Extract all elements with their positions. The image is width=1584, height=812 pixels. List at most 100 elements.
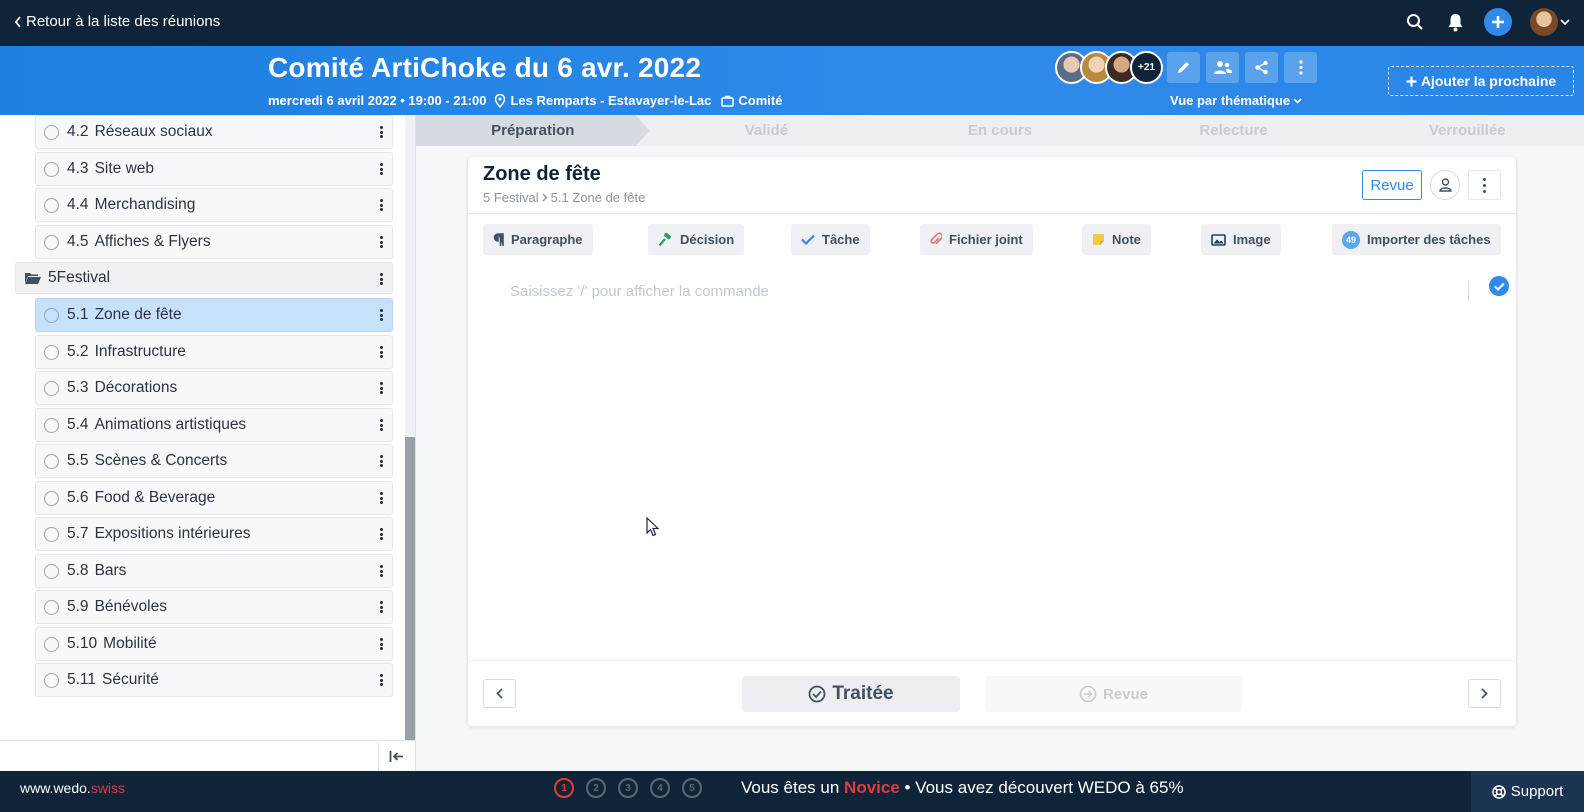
- sidebar-scrollbar[interactable]: [405, 115, 415, 740]
- status-radio[interactable]: [44, 344, 59, 360]
- status-radio[interactable]: [44, 563, 59, 579]
- topic-item[interactable]: 5.7 Expositions intérieures: [35, 517, 393, 551]
- topic-item[interactable]: 5.9 Bénévoles: [35, 590, 393, 624]
- topic-label: Expositions intérieures: [94, 525, 251, 542]
- topic-item[interactable]: 5.5 Scènes & Concerts: [35, 444, 393, 478]
- kebab-icon[interactable]: [378, 599, 384, 615]
- bell-icon[interactable]: [1444, 11, 1466, 33]
- card-options-button[interactable]: [1468, 170, 1501, 200]
- topic-item[interactable]: 4.5 Affiches & Flyers: [35, 225, 393, 259]
- step-valide[interactable]: Validé: [650, 115, 884, 146]
- kebab-icon[interactable]: [378, 490, 384, 506]
- paragraph-icon: [493, 232, 504, 246]
- status-radio[interactable]: [44, 234, 59, 250]
- task-tool-button[interactable]: Tâche: [791, 224, 870, 255]
- status-radio[interactable]: [44, 490, 59, 506]
- search-icon[interactable]: [1404, 11, 1426, 33]
- status-radio[interactable]: [44, 526, 59, 542]
- user-menu[interactable]: [1530, 8, 1570, 36]
- participants[interactable]: +21: [1055, 51, 1163, 84]
- topic-number: 5.7: [67, 525, 89, 542]
- kebab-icon[interactable]: [378, 453, 384, 469]
- kebab-icon[interactable]: [378, 417, 384, 433]
- participants-more-count[interactable]: +21: [1130, 51, 1163, 84]
- onboarding-step[interactable]: 5: [682, 778, 702, 798]
- status-radio[interactable]: [44, 124, 59, 140]
- attachment-tool-button[interactable]: Fichier joint: [920, 224, 1033, 255]
- status-radio[interactable]: [44, 599, 59, 615]
- revue-button[interactable]: Revue: [1362, 170, 1422, 200]
- share-button[interactable]: [1245, 52, 1278, 83]
- step-en-cours[interactable]: En cours: [883, 115, 1117, 146]
- kebab-icon[interactable]: [378, 197, 384, 213]
- editor-placeholder[interactable]: Saisissez '/' pour afficher la commande: [510, 283, 769, 300]
- topic-item[interactable]: 5.3 Décorations: [35, 371, 393, 405]
- onboarding-step[interactable]: 2: [586, 778, 606, 798]
- status-radio[interactable]: [44, 161, 59, 177]
- status-radio[interactable]: [44, 453, 59, 469]
- import-tasks-tool-button[interactable]: 49 Importer des tâches: [1332, 224, 1501, 255]
- paragraph-tool-button[interactable]: Paragraphe: [483, 224, 593, 255]
- save-check-button[interactable]: [1489, 276, 1509, 296]
- topic-item[interactable]: 4.3 Site web: [35, 152, 393, 186]
- topic-item[interactable]: 4.4 Merchandising: [35, 188, 393, 222]
- step-relecture[interactable]: Relecture: [1117, 115, 1351, 146]
- scrollbar-thumb[interactable]: [405, 437, 415, 740]
- collapse-sidebar-button[interactable]: [378, 742, 414, 771]
- topic-item[interactable]: 5.2 Infrastructure: [35, 335, 393, 369]
- status-radio[interactable]: [44, 307, 59, 323]
- decision-tool-button[interactable]: Décision: [648, 224, 745, 255]
- site-link[interactable]: www.wedo.swiss: [20, 780, 125, 796]
- note-tool-button[interactable]: Note: [1082, 224, 1151, 255]
- tool-label: Importer des tâches: [1367, 232, 1491, 247]
- kebab-icon[interactable]: [378, 307, 384, 323]
- kebab-icon[interactable]: [378, 124, 384, 140]
- manage-attendees-button[interactable]: [1206, 52, 1239, 83]
- onboarding-step[interactable]: 3: [618, 778, 638, 798]
- previous-topic-button[interactable]: [483, 679, 516, 708]
- status-radio[interactable]: [44, 636, 59, 652]
- kebab-icon[interactable]: [378, 344, 384, 360]
- topic-item[interactable]: 4.2 Réseaux sociaux: [35, 115, 393, 149]
- status-radio[interactable]: [44, 672, 59, 688]
- kebab-icon[interactable]: [378, 271, 384, 287]
- send-to-review-button[interactable]: Revue: [985, 676, 1242, 712]
- add-button[interactable]: [1484, 8, 1512, 36]
- mark-done-button[interactable]: Traitée: [742, 676, 960, 712]
- status-radio[interactable]: [44, 380, 59, 396]
- kebab-icon[interactable]: [378, 636, 384, 652]
- breadcrumb-parent[interactable]: 5 Festival: [483, 190, 539, 205]
- topic-number: 5.3: [67, 379, 89, 396]
- topic-item[interactable]: 5.10 Mobilité: [35, 627, 393, 661]
- support-button[interactable]: Support: [1471, 771, 1584, 812]
- status-radio[interactable]: [44, 197, 59, 213]
- status-stepper: Préparation Validé En cours Relecture Ve…: [416, 115, 1584, 146]
- topic-item[interactable]: 5.11 Sécurité: [35, 663, 393, 697]
- mouse-cursor-icon: [646, 517, 660, 537]
- topics-list[interactable]: 4.2 Réseaux sociaux 4.3 Site web 4.4 Mer…: [0, 115, 405, 740]
- more-options-button[interactable]: [1284, 52, 1317, 83]
- kebab-icon[interactable]: [378, 526, 384, 542]
- topic-item[interactable]: 5.8 Bars: [35, 554, 393, 588]
- back-to-meetings-link[interactable]: Retour à la liste des réunions: [14, 13, 220, 30]
- assign-user-button[interactable]: [1430, 170, 1460, 200]
- step-preparation[interactable]: Préparation: [416, 115, 650, 146]
- kebab-icon[interactable]: [378, 672, 384, 688]
- add-next-meeting-button[interactable]: Ajouter la prochaine: [1388, 66, 1574, 96]
- status-radio[interactable]: [44, 417, 59, 433]
- onboarding-step[interactable]: 1: [554, 778, 574, 798]
- step-verrouillee[interactable]: Verrouillée: [1350, 115, 1584, 146]
- edit-meeting-button[interactable]: [1167, 52, 1200, 83]
- kebab-icon[interactable]: [378, 161, 384, 177]
- section-folder[interactable]: 5 Festival: [15, 262, 393, 294]
- view-mode-select[interactable]: Vue par thématique: [1170, 93, 1302, 108]
- topic-item[interactable]: 5.6 Food & Beverage: [35, 481, 393, 515]
- onboarding-step[interactable]: 4: [650, 778, 670, 798]
- topic-item[interactable]: 5.4 Animations artistiques: [35, 408, 393, 442]
- kebab-icon[interactable]: [378, 563, 384, 579]
- kebab-icon[interactable]: [378, 234, 384, 250]
- topic-item-active[interactable]: 5.1 Zone de fête: [35, 298, 393, 332]
- image-tool-button[interactable]: Image: [1201, 224, 1281, 255]
- next-topic-button[interactable]: [1468, 679, 1501, 708]
- kebab-icon[interactable]: [378, 380, 384, 396]
